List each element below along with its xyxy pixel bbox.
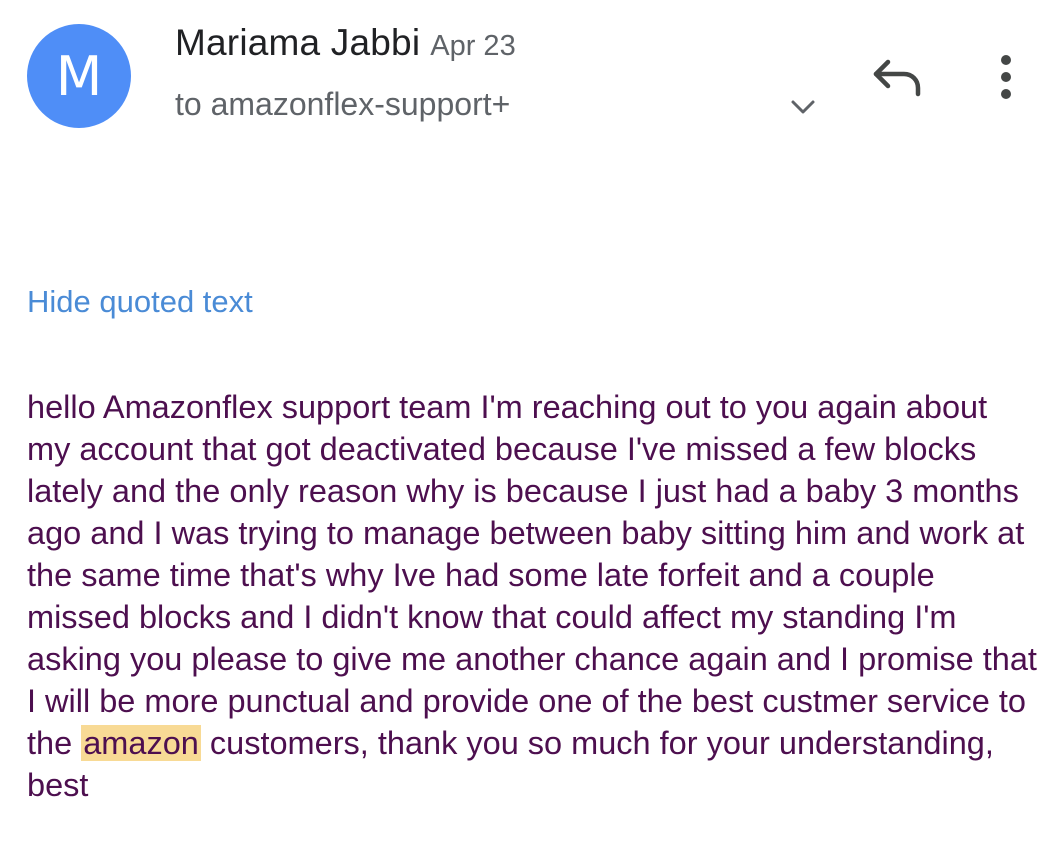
message-body: hello Amazonflex support team I'm reachi… (27, 386, 1037, 806)
sender-line: Mariama Jabbi Apr 23 (175, 22, 516, 64)
avatar-letter: M (55, 44, 103, 108)
more-options-button[interactable] (986, 50, 1026, 106)
sent-date: Apr 23 (430, 30, 516, 62)
email-message-view: M Mariama Jabbi Apr 23 to amazonflex-supp… (0, 0, 1051, 855)
avatar[interactable]: M (27, 24, 131, 128)
more-vert-icon (1001, 55, 1011, 99)
search-highlight: amazon (81, 725, 201, 761)
sender-name[interactable]: Mariama Jabbi (175, 22, 420, 63)
body-text: hello Amazonflex support team I'm reachi… (27, 389, 1037, 761)
hide-quoted-text-link[interactable]: Hide quoted text (27, 284, 253, 320)
expand-details-button[interactable] (786, 92, 820, 122)
chevron-down-icon (791, 100, 815, 114)
reply-icon (873, 59, 921, 97)
reply-button[interactable] (866, 50, 930, 106)
recipients-line[interactable]: to amazonflex-support+ (175, 86, 510, 123)
